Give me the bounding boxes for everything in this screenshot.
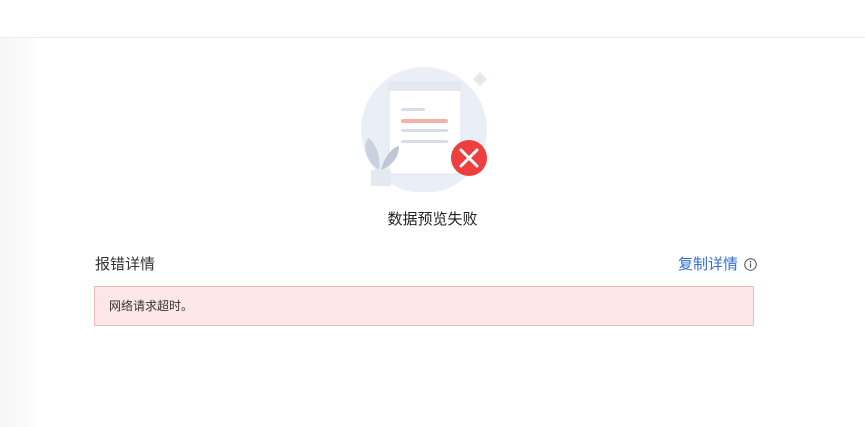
- document-line: [401, 108, 425, 111]
- error-message-box: 网络请求超时。: [94, 286, 754, 326]
- status-title: 数据预览失败: [387, 210, 478, 228]
- copy-details-group[interactable]: 复制详情: [678, 253, 757, 275]
- document-card: [388, 81, 462, 175]
- error-x-icon: [451, 140, 487, 176]
- document-line: [401, 129, 448, 132]
- plant-pot: [371, 170, 391, 186]
- error-message: 网络请求超时。: [109, 299, 194, 313]
- decor-diamond: [472, 71, 488, 87]
- preview-failed-illustration: [361, 67, 488, 192]
- top-bar: [0, 0, 865, 38]
- document-line-highlight: [401, 119, 448, 123]
- document-line: [401, 140, 448, 143]
- left-panel-edge: [0, 38, 40, 427]
- info-icon[interactable]: [744, 257, 757, 271]
- error-details-label: 报错详情: [95, 255, 156, 273]
- copy-details-button[interactable]: 复制详情: [678, 253, 738, 275]
- document-header: [389, 82, 461, 91]
